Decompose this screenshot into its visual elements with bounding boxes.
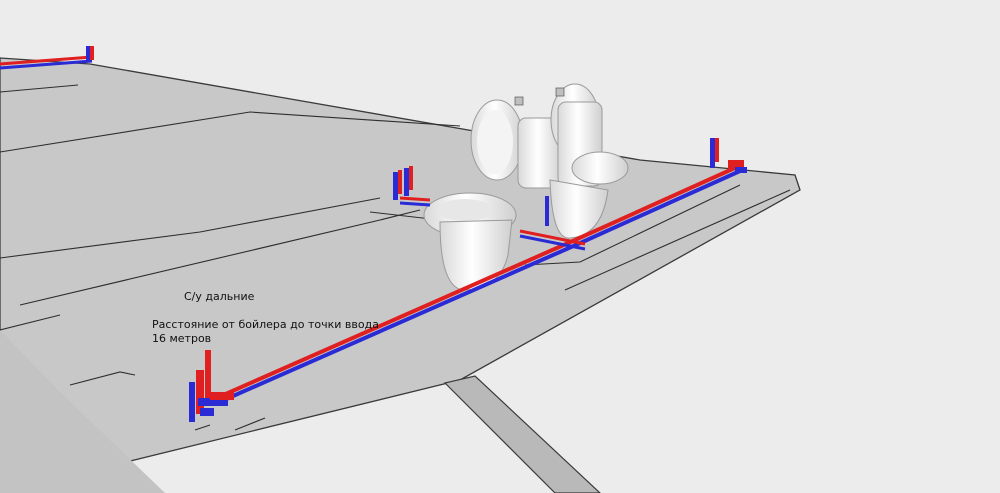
floor-slab [0, 57, 801, 493]
distance-value: 16 метров [152, 332, 212, 345]
corridor-slab [443, 375, 601, 493]
room-label: С/у дальние [184, 290, 255, 303]
scene: С/у дальние Расстояние от бойлера до точ… [0, 0, 1000, 493]
model-view [0, 46, 801, 493]
distance-label: Расстояние от бойлера до точки ввода [152, 318, 379, 331]
